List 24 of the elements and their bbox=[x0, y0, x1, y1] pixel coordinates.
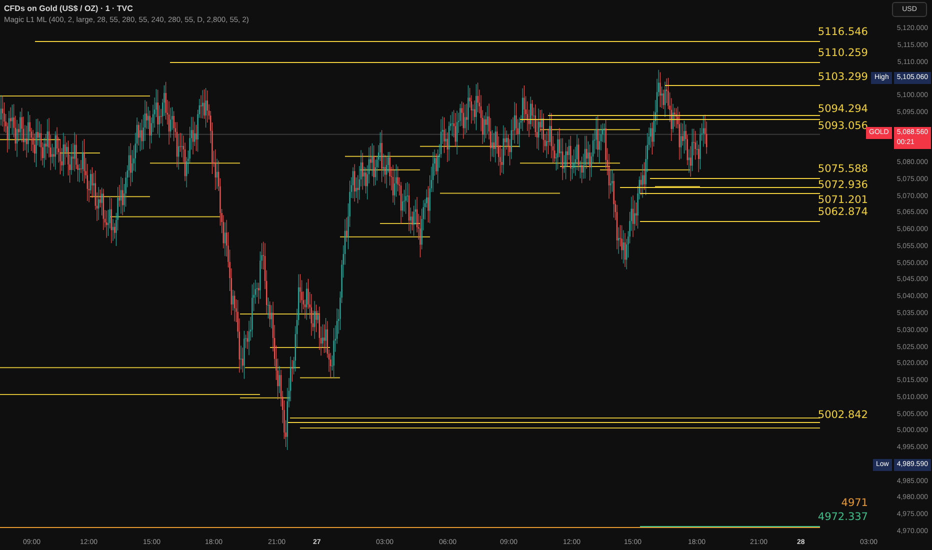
past-level-line bbox=[244, 367, 300, 368]
chart-title: CFDs on Gold (US$ / OZ) · 1 · TVC bbox=[4, 3, 134, 14]
level-price-label: 5075.588 bbox=[818, 164, 868, 175]
level-price-label: 5072.936 bbox=[818, 180, 868, 191]
level-price-label: 5071.201 bbox=[818, 195, 868, 206]
past-level-line bbox=[270, 347, 330, 348]
level-price-label: 4971 bbox=[841, 498, 868, 509]
level-price-label: 5110.259 bbox=[818, 48, 868, 59]
past-level-line bbox=[0, 139, 60, 140]
past-level-line bbox=[560, 166, 610, 167]
past-level-line bbox=[360, 169, 420, 170]
level-price-label: 5116.546 bbox=[818, 27, 868, 38]
past-level-line bbox=[90, 196, 150, 198]
past-level-line bbox=[60, 152, 100, 154]
past-level-line bbox=[300, 377, 340, 378]
past-level-line bbox=[654, 186, 700, 188]
level-price-label: 5093.056 bbox=[818, 121, 868, 132]
level-price-label: 5094.294 bbox=[818, 104, 868, 115]
level-price-label: 5103.299 bbox=[818, 72, 868, 83]
past-level-line bbox=[240, 397, 290, 398]
level-price-label: 5002.842 bbox=[818, 410, 868, 421]
level-price-label: 4972.337 bbox=[818, 512, 868, 523]
past-level-line bbox=[380, 222, 420, 224]
level-price-label: 5062.874 bbox=[818, 207, 868, 218]
